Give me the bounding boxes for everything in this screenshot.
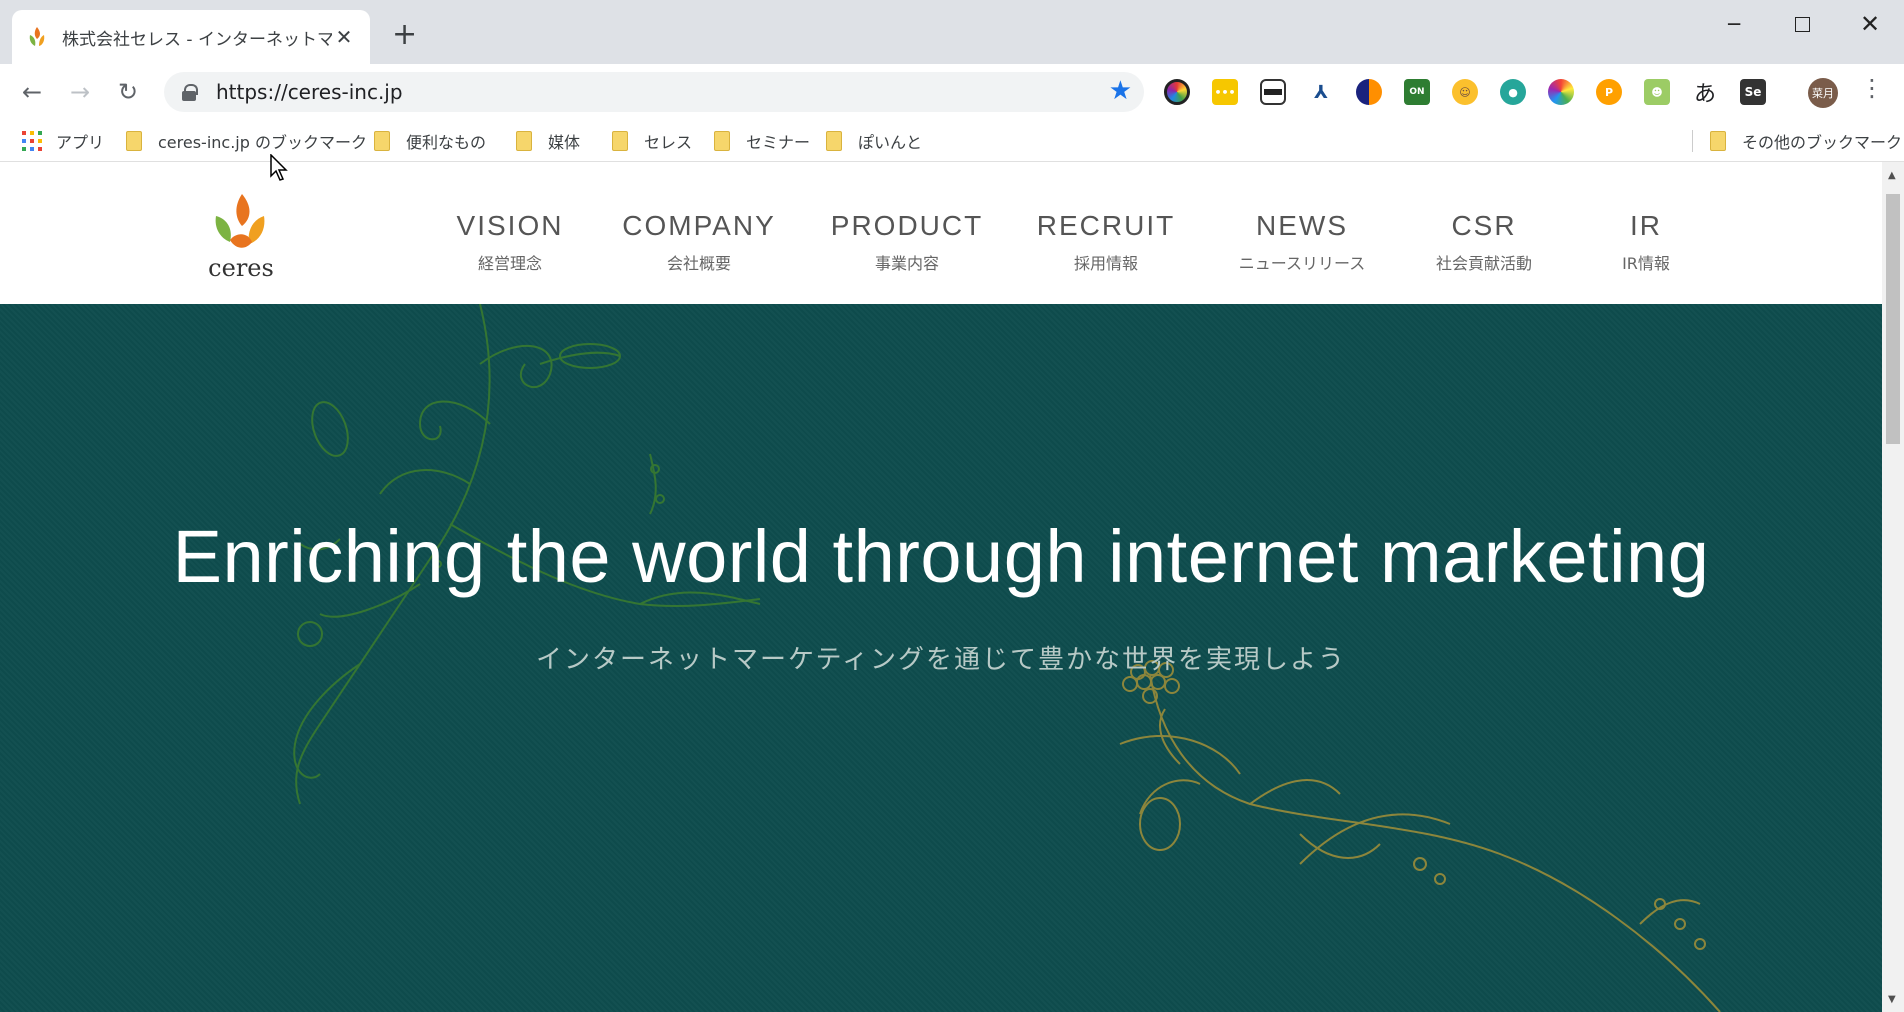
minimize-button[interactable]: ─ xyxy=(1704,6,1764,42)
bookmark-folder[interactable]: ぽいんと xyxy=(826,128,922,154)
memo-icon[interactable]: ••• xyxy=(1212,79,1238,105)
extensions-area: ••• ⅄ ON ☺ ● P ☻ あ Se xyxy=(1164,76,1788,108)
bookmark-folder[interactable]: セミナー xyxy=(714,128,810,154)
bookmark-label: 媒体 xyxy=(548,133,581,152)
bookmark-folder[interactable]: 媒体 xyxy=(516,128,580,154)
lock-icon[interactable] xyxy=(182,84,198,101)
browser-toolbar: ← → ↻ https://ceres-inc.jp ★ ••• ⅄ ON ☺ … xyxy=(0,64,1904,120)
nav-news[interactable]: NEWS ニュースリリース xyxy=(1220,210,1384,274)
nav-company[interactable]: COMPANY 会社概要 xyxy=(614,210,784,274)
reload-button[interactable]: ↻ xyxy=(112,76,144,108)
nav-label-ja: 会社概要 xyxy=(666,254,731,273)
mouse-cursor-icon xyxy=(270,154,288,181)
bookmark-label: ぽいんと xyxy=(858,133,923,152)
hero-title: Enriching the world through internet mar… xyxy=(172,515,1710,598)
browser-menu-icon[interactable]: ⋮ xyxy=(1860,76,1884,100)
scroll-down-arrow-icon[interactable]: ▼ xyxy=(1888,994,1896,1005)
nav-label-en: COMPANY xyxy=(622,210,776,241)
maximize-button[interactable] xyxy=(1772,6,1832,42)
bookmark-apps[interactable]: アプリ xyxy=(22,128,104,154)
ceres-favicon-icon xyxy=(29,27,45,46)
scroll-thumb[interactable] xyxy=(1886,194,1900,444)
bookmark-label: アプリ xyxy=(56,133,105,152)
nav-label-ja: 社会貢献活動 xyxy=(1435,254,1532,273)
address-bar[interactable]: https://ceres-inc.jp ★ xyxy=(164,72,1144,112)
gecko-icon[interactable]: ● xyxy=(1500,79,1526,105)
dark-reader-icon[interactable] xyxy=(1356,79,1382,105)
nav-label-en: CSR xyxy=(1451,210,1517,241)
folder-icon xyxy=(826,131,842,151)
ceres-flame-logo-icon xyxy=(215,194,265,248)
page-scrollbar[interactable]: ▲ ▼ xyxy=(1882,162,1904,1012)
nav-label-ja: 事業内容 xyxy=(874,254,939,273)
folder-icon xyxy=(612,131,628,151)
nav-label-en: PRODUCT xyxy=(830,210,984,241)
folder-icon xyxy=(714,131,730,151)
smile-icon[interactable]: ☺ xyxy=(1452,79,1478,105)
browser-tab-active[interactable]: 株式会社セレス - インターネットマーケ ✕ xyxy=(12,10,370,64)
folder-icon xyxy=(1710,131,1726,151)
bookmark-star-icon[interactable]: ★ xyxy=(1109,76,1132,106)
nav-product[interactable]: PRODUCT 事業内容 xyxy=(822,210,992,274)
nav-label-en: NEWS xyxy=(1256,210,1348,241)
nav-label-ja: IR情報 xyxy=(1622,254,1670,273)
folder-icon xyxy=(374,131,390,151)
bookmark-label: セレス xyxy=(644,133,693,152)
scroll-up-arrow-icon[interactable]: ▲ xyxy=(1888,170,1896,181)
browser-titlebar: 株式会社セレス - インターネットマーケ ✕ + ─ ✕ xyxy=(0,0,1904,64)
bookmark-folder[interactable]: ceres-inc.jp のブックマーク xyxy=(126,128,367,154)
tab-close-icon[interactable]: ✕ xyxy=(332,25,356,49)
folder-icon xyxy=(126,131,142,151)
hiragana-a-icon[interactable]: あ xyxy=(1692,76,1718,108)
hero-subtitle: インターネットマーケティングを通じて豊かな世界を実現しよう xyxy=(536,645,1346,675)
nav-label-en: VISION xyxy=(456,210,564,241)
nav-label-ja: 採用情報 xyxy=(1073,254,1138,273)
nav-label-en: IR xyxy=(1630,210,1662,241)
on-toggle-icon[interactable]: ON xyxy=(1404,79,1430,105)
bookmark-label: ceres-inc.jp のブックマーク xyxy=(158,133,367,152)
nav-label-ja: 経営理念 xyxy=(477,254,542,273)
back-button[interactable]: ← xyxy=(16,76,48,108)
nav-csr[interactable]: CSR 社会貢献活動 xyxy=(1424,210,1544,274)
bookmark-other-folder[interactable]: その他のブックマーク xyxy=(1710,128,1902,154)
nav-label-ja: ニュースリリース xyxy=(1238,254,1366,273)
frog-icon[interactable]: ☻ xyxy=(1644,79,1670,105)
page-viewport: ceres VISION 経営理念 COMPANY 会社概要 PRODUCT 事… xyxy=(0,162,1882,1012)
bookmark-separator xyxy=(1692,130,1693,152)
nav-label-en: RECRUIT xyxy=(1036,210,1176,241)
tab-title: 株式会社セレス - インターネットマーケ xyxy=(62,29,332,50)
bookmark-folder[interactable]: セレス xyxy=(612,128,692,154)
window-close-button[interactable]: ✕ xyxy=(1840,6,1900,42)
site-logo[interactable]: ceres xyxy=(206,192,276,287)
apps-grid-icon xyxy=(22,131,42,151)
incognito-mask-icon[interactable] xyxy=(1260,79,1286,105)
bookmark-folder[interactable]: 便利なもの xyxy=(374,128,486,154)
forward-button[interactable]: → xyxy=(64,76,96,108)
bookmark-label: セミナー xyxy=(746,133,811,152)
p-icon[interactable]: P xyxy=(1596,79,1622,105)
color-wheel-icon[interactable] xyxy=(1548,79,1574,105)
hero-section: Enriching the world through internet mar… xyxy=(0,304,1882,1012)
link-icon[interactable]: ⅄ xyxy=(1308,79,1334,105)
site-header: ceres VISION 経営理念 COMPANY 会社概要 PRODUCT 事… xyxy=(0,162,1882,304)
new-tab-button[interactable]: + xyxy=(392,20,417,50)
selenium-icon[interactable]: Se xyxy=(1740,79,1766,105)
maximize-icon xyxy=(1794,16,1810,32)
folder-icon xyxy=(516,131,532,151)
nav-recruit[interactable]: RECRUIT 採用情報 xyxy=(1026,210,1186,274)
logo-text: ceres xyxy=(208,254,274,282)
profile-avatar[interactable]: 菜月 xyxy=(1808,78,1838,108)
bookmark-label: その他のブックマーク xyxy=(1742,133,1903,152)
nav-vision[interactable]: VISION 経営理念 xyxy=(440,210,580,274)
nav-ir[interactable]: IR IR情報 xyxy=(1596,210,1696,274)
color-picker-icon[interactable] xyxy=(1164,79,1190,105)
bookmark-label: 便利なもの xyxy=(406,133,487,152)
url-text[interactable]: https://ceres-inc.jp xyxy=(216,80,403,104)
